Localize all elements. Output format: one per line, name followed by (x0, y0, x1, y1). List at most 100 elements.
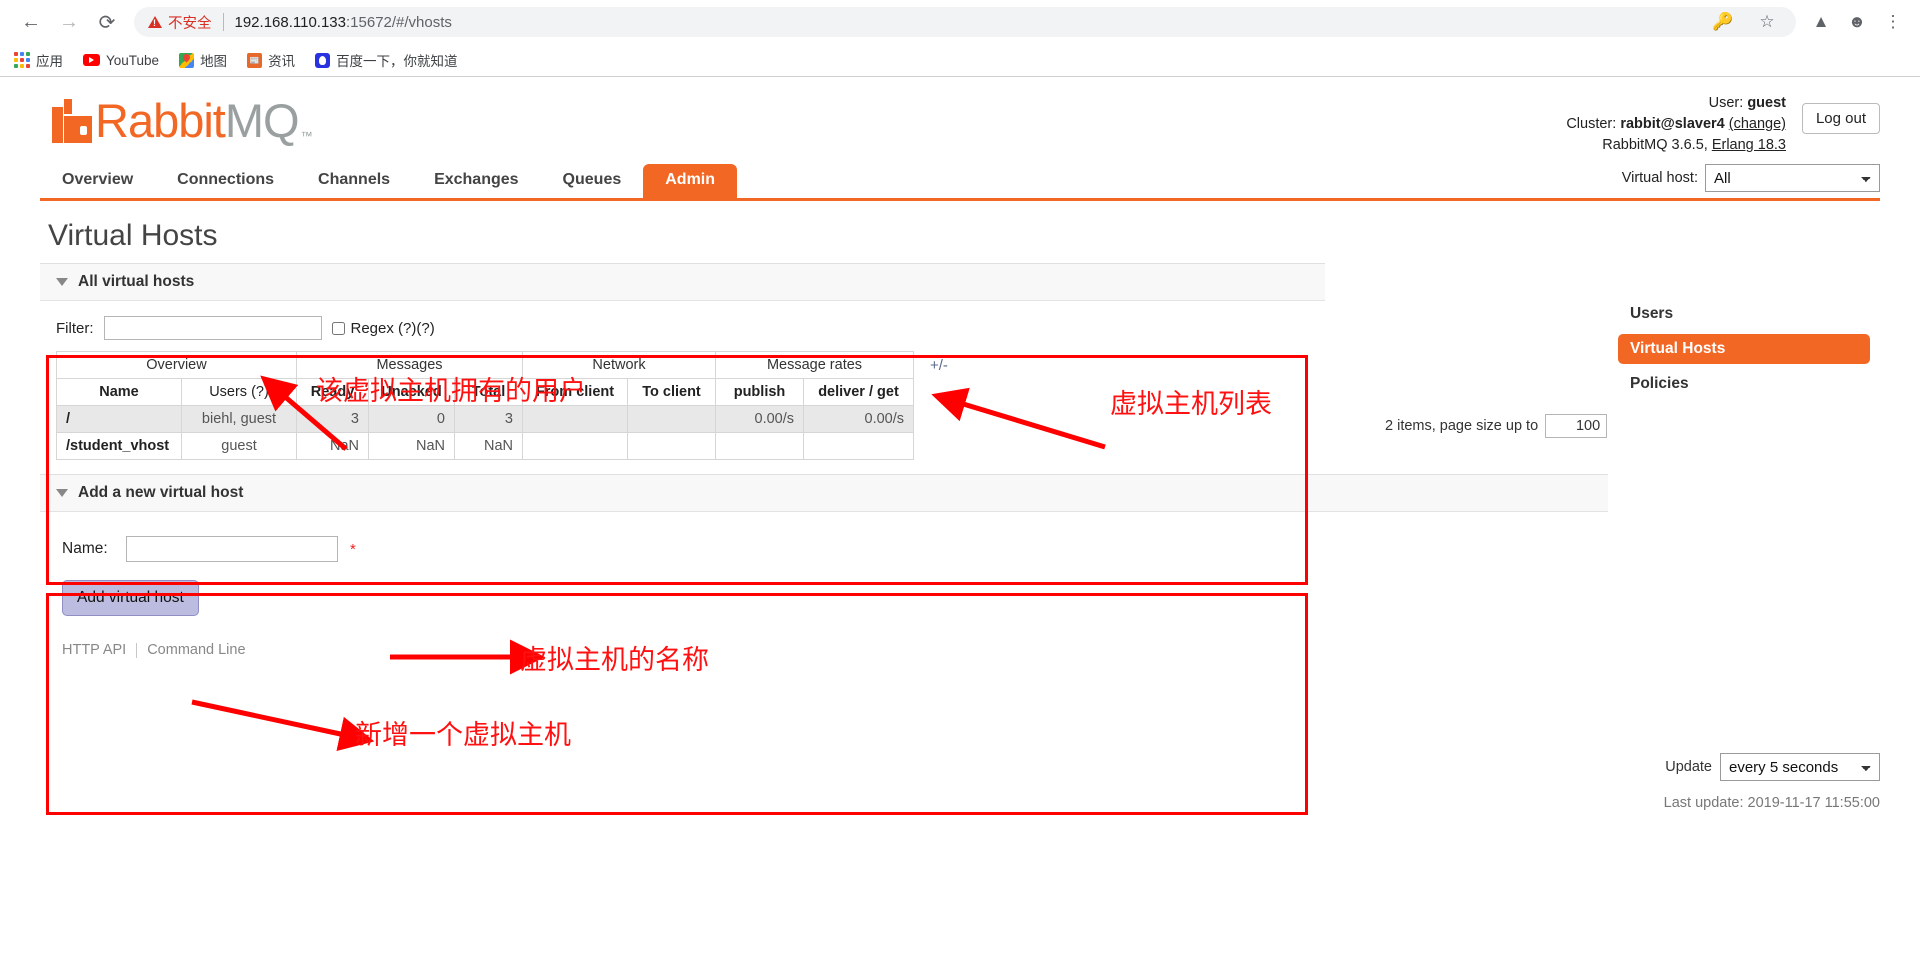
annotation-add-vhost: 新增一个虚拟主机 (355, 720, 571, 751)
chrome-toolbar-right: ▲ ☻ ⋮ (1806, 7, 1908, 37)
forward-arrow-icon[interactable]: → (50, 3, 88, 41)
regex-toggle[interactable]: Regex (?)(?) (331, 319, 435, 337)
bookmark-label: YouTube (106, 52, 160, 68)
omnibox[interactable]: 不安全 192.168.110.133:15672/#/vhosts 🔑 ☆ (134, 7, 1796, 37)
collapse-caret-icon (56, 489, 68, 497)
bookmark-news[interactable]: 📰 资讯 (247, 50, 295, 70)
cell-users: guest (181, 432, 297, 460)
tab-overview[interactable]: Overview (40, 164, 155, 198)
profile-avatar-icon[interactable]: ☻ (1842, 7, 1872, 37)
command-line-link[interactable]: Command Line (147, 642, 245, 658)
bookmark-label: 应用 (36, 54, 63, 69)
cell-deliver-get (803, 432, 914, 460)
tab-connections[interactable]: Connections (155, 164, 296, 198)
user-name: guest (1747, 95, 1786, 111)
omnibox-actions: 🔑 ☆ (1696, 7, 1782, 37)
logout-button[interactable]: Log out (1801, 103, 1880, 134)
cell-unacked: 0 (368, 405, 455, 433)
update-interval-select[interactable]: every 5 seconds (1720, 753, 1880, 781)
add-virtual-host-button[interactable]: Add virtual host (62, 580, 199, 616)
tab-queues[interactable]: Queues (541, 164, 644, 198)
bookmark-baidu[interactable]: 百度一下，你就知道 (315, 50, 458, 70)
vhost-selector-label: Virtual host: (1621, 170, 1698, 186)
main-nav: Overview Connections Channels Exchanges … (40, 164, 1880, 201)
col-deliver-get[interactable]: deliver / get (803, 378, 914, 406)
not-secure-warning-icon (148, 16, 162, 28)
bookmark-star-icon[interactable]: ☆ (1752, 7, 1782, 37)
bookmark-youtube[interactable]: YouTube (83, 53, 159, 68)
update-controls: Update every 5 seconds Last update: 2019… (1580, 753, 1880, 811)
tab-admin[interactable]: Admin (643, 164, 738, 198)
cell-name[interactable]: / (56, 405, 182, 433)
apps-grid-icon (14, 52, 30, 68)
all-virtual-hosts-section: All virtual hosts Filter: Regex (?)(?) O… (40, 263, 1325, 470)
cell-from-client (522, 432, 628, 460)
update-label: Update (1665, 759, 1712, 775)
chrome-menu-icon[interactable]: ⋮ (1878, 7, 1908, 37)
last-update-text: Last update: 2019-11-17 11:55:00 (1663, 795, 1880, 811)
rabbitmq-management-page: RabbitMQ ™ User: guest Cluster: rabbit@s… (0, 77, 1920, 980)
col-to-client[interactable]: To client (627, 378, 716, 406)
regex-checkbox[interactable] (331, 321, 345, 335)
logo-rabbit-text: Rabbit (95, 94, 226, 147)
section-title: All virtual hosts (78, 273, 195, 290)
cell-publish: 0.00/s (715, 405, 804, 433)
news-icon: 📰 (247, 52, 263, 68)
cell-ready: NaN (296, 432, 369, 460)
sidebar-item-virtual-hosts[interactable]: Virtual Hosts (1618, 334, 1870, 364)
all-virtual-hosts-header[interactable]: All virtual hosts (40, 264, 1325, 301)
collapse-caret-icon (56, 278, 68, 286)
bookmark-maps[interactable]: 地图 (179, 50, 227, 70)
bookmark-apps[interactable]: 应用 (14, 50, 63, 70)
vhost-name-row: Name: * (62, 536, 1592, 562)
page-size-input[interactable] (1545, 414, 1608, 438)
sidebar-item-policies[interactable]: Policies (1618, 369, 1870, 399)
cluster-label: Cluster: (1566, 116, 1617, 132)
user-info-block: User: guest Cluster: rabbit@slaver4 (cha… (1566, 93, 1786, 156)
annotation-users-column: 该虚拟主机拥有的用户 (316, 376, 586, 407)
cell-to-client (627, 405, 716, 433)
vhost-name-label: Name: (62, 540, 108, 557)
http-api-link[interactable]: HTTP API (62, 642, 126, 658)
password-key-icon[interactable]: 🔑 (1708, 7, 1738, 37)
rabbitmq-logo[interactable]: RabbitMQ ™ (52, 97, 313, 144)
logo-trademark: ™ (300, 129, 313, 143)
regex-label-text: Regex (?)(?) (350, 319, 435, 337)
youtube-icon (83, 54, 100, 66)
url-text: 192.168.110.133:15672/#/vhosts (235, 14, 452, 31)
cell-to-client (627, 432, 716, 460)
update-row: Update every 5 seconds (1580, 753, 1880, 781)
cell-total: NaN (454, 432, 523, 460)
tab-channels[interactable]: Channels (296, 164, 412, 198)
items-count-label: 2 items, page size up to (1385, 418, 1539, 434)
baidu-icon (315, 52, 331, 68)
bookmarks-bar: 应用 YouTube 地图 📰 资讯 百度一下，你就知道 (0, 44, 1920, 76)
cell-name[interactable]: /student_vhost (56, 432, 182, 460)
links-divider (136, 642, 138, 658)
col-users[interactable]: Users (?) (181, 378, 297, 406)
cell-ready: 3 (296, 405, 369, 433)
logo-text: RabbitMQ (95, 97, 300, 144)
reload-icon[interactable]: ⟳ (88, 3, 126, 41)
change-cluster-link[interactable]: (change) (1729, 116, 1786, 132)
back-arrow-icon[interactable]: ← (12, 3, 50, 41)
tab-exchanges[interactable]: Exchanges (412, 164, 540, 198)
erlang-version-link[interactable]: Erlang 18.3 (1712, 137, 1786, 153)
extension-icon[interactable]: ▲ (1806, 7, 1836, 37)
cluster-name: rabbit@slaver4 (1620, 116, 1725, 132)
page-title: Virtual Hosts (48, 219, 218, 252)
col-publish[interactable]: publish (715, 378, 804, 406)
add-virtual-host-header[interactable]: Add a new virtual host (40, 475, 1608, 512)
filter-input[interactable] (103, 316, 322, 340)
toggle-columns-button[interactable]: +/- (930, 357, 948, 374)
bookmark-label: 地图 (200, 54, 228, 69)
api-links: HTTP API Command Line (62, 642, 1592, 658)
table-row[interactable]: /student_vhost guest NaN NaN NaN (56, 432, 914, 460)
col-name[interactable]: Name (56, 378, 182, 406)
security-status-label: 不安全 (168, 15, 212, 32)
vhost-name-input[interactable] (126, 536, 338, 562)
annotation-vhost-name: 虚拟主机的名称 (520, 645, 709, 676)
vhost-select-dropdown[interactable]: All (1705, 164, 1880, 192)
table-row[interactable]: / biehl, guest 3 0 3 0.00/s 0.00/s (56, 405, 914, 433)
sidebar-item-users[interactable]: Users (1618, 299, 1870, 329)
